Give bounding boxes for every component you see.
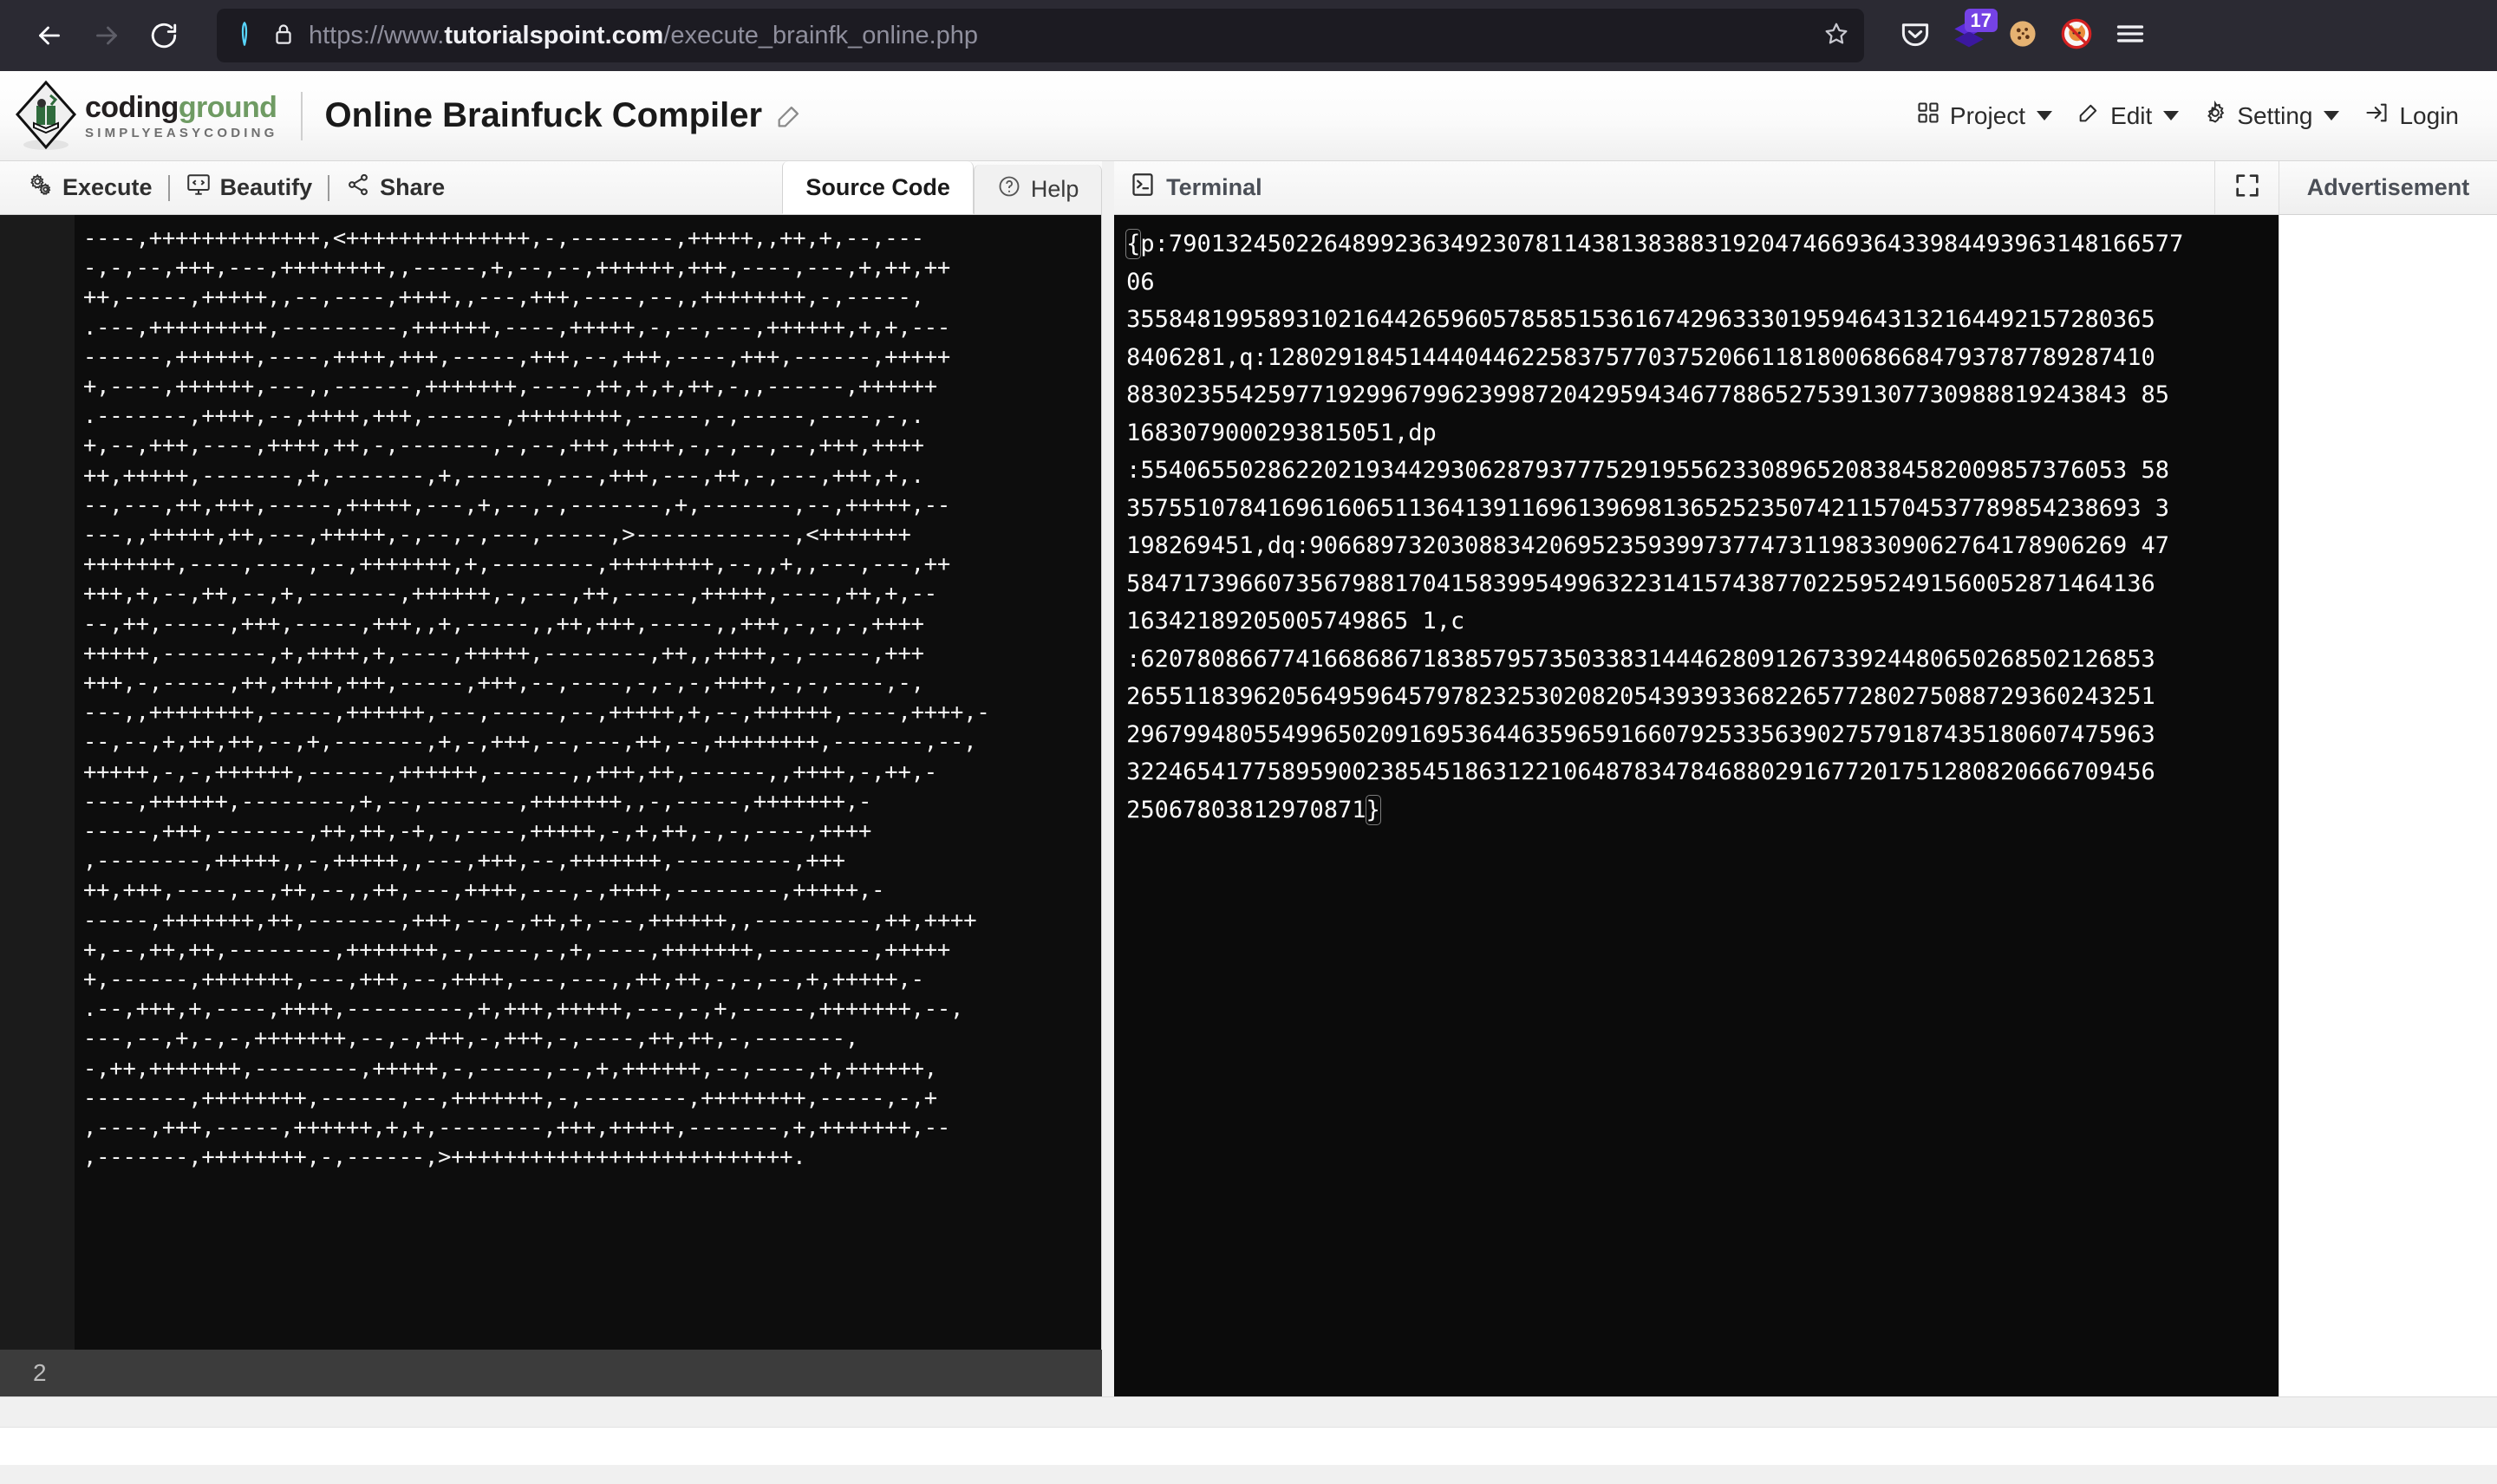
tab-source-code-label: Source Code <box>805 173 950 200</box>
reload-button[interactable] <box>137 9 191 62</box>
editor-status-value: 2 <box>33 1359 47 1386</box>
pencil-square-icon <box>2076 101 2101 131</box>
url-path: /execute_brainfk_online.php <box>663 21 979 49</box>
terminal-toolbar: Terminal Advertisement <box>1114 161 2497 215</box>
gear-icon <box>2203 100 2227 131</box>
menu-login-label: Login <box>2399 101 2459 129</box>
matching-brace-open: { <box>1125 229 1142 259</box>
back-button[interactable] <box>23 9 76 62</box>
codingground-diamond-logo-icon <box>12 80 80 153</box>
chevron-down-icon <box>2324 111 2340 120</box>
header-divider <box>300 91 303 140</box>
url-domain: tutorialspoint.com <box>444 21 664 49</box>
browser-toolbar: https://www.tutorialspoint.com/execute_b… <box>0 0 2497 71</box>
no-fox-icon <box>2059 16 2094 55</box>
brand-part2: ground <box>178 90 277 124</box>
terminal-body[interactable]: {p:7901324502264899236349230781143813838… <box>1114 215 2200 1396</box>
header-menu: Project Edit Setting Login <box>1904 92 2471 140</box>
brand-logo[interactable]: codingground SIMPLYEASYCODING <box>12 80 278 153</box>
forward-button[interactable] <box>80 9 134 62</box>
pocket-button[interactable] <box>1890 10 1940 61</box>
menu-setting[interactable]: Setting <box>2191 92 2351 140</box>
code-scroll-area[interactable]: ----,+++++++++++++,<++++++++++++++,-,---… <box>75 215 1101 1350</box>
terminal-prompt-icon <box>1130 172 1156 204</box>
fullscreen-expand-icon <box>2233 172 2261 204</box>
terminal-output-text[interactable]: {p:7901324502264899236349230781143813838… <box>1125 225 2185 829</box>
extension-badge: 17 <box>1964 9 1998 33</box>
editor-action-group: Execute Beautify Share <box>0 161 459 214</box>
menu-project[interactable]: Project <box>1904 92 2064 140</box>
brainfuck-source-code[interactable]: ----,+++++++++++++,<++++++++++++++,-,---… <box>83 224 1094 1173</box>
block-fox-button[interactable] <box>2051 10 2102 61</box>
editor-toolbar: Execute Beautify Share Source Code Help <box>0 161 1103 215</box>
cookie-icon <box>2006 17 2039 55</box>
reload-icon <box>148 20 179 51</box>
tab-help[interactable]: Help <box>973 165 1103 214</box>
gears-icon <box>28 172 54 204</box>
grid-icon <box>1916 101 1940 131</box>
workspace: Execute Beautify Share Source Code Help … <box>0 161 2497 1396</box>
login-arrow-icon <box>2363 101 2389 131</box>
code-monitor-icon <box>186 172 212 204</box>
toolbar-separator <box>167 174 170 201</box>
terminal-label: Terminal <box>1166 174 1262 200</box>
share-button[interactable]: Share <box>331 161 459 214</box>
tab-source-code[interactable]: Source Code <box>782 161 974 214</box>
chevron-down-icon <box>2163 111 2180 120</box>
advertisement-label: Advertisement <box>2279 161 2497 214</box>
menu-edit[interactable]: Edit <box>2064 92 2191 140</box>
pocket-icon <box>1899 17 1932 55</box>
share-nodes-icon <box>345 172 371 204</box>
editor-gutter <box>0 215 75 1350</box>
forward-arrow-icon <box>91 20 122 51</box>
menu-edit-label: Edit <box>2110 101 2153 129</box>
star-icon[interactable] <box>1822 20 1850 52</box>
extension-button[interactable]: 17 <box>1944 9 1998 61</box>
fullscreen-button[interactable] <box>2214 161 2279 214</box>
brand-part1: coding <box>85 90 179 124</box>
shield-icon[interactable] <box>231 20 258 52</box>
editor-status-bar: 2 <box>0 1350 1103 1396</box>
app-menu-button[interactable] <box>2105 10 2155 61</box>
beautify-button[interactable]: Beautify <box>172 161 327 214</box>
terminal-pane: Terminal Advertisement {p:79013245022648… <box>1114 161 2497 1396</box>
brand-tagline: SIMPLYEASYCODING <box>85 125 278 140</box>
terminal-output-area[interactable]: {p:7901324502264899236349230781143813838… <box>1114 215 2497 1396</box>
menu-project-label: Project <box>1949 101 2026 129</box>
url-text[interactable]: https://www.tutorialspoint.com/execute_b… <box>309 22 1810 50</box>
terminal-right-gap <box>2200 215 2279 1396</box>
page-title: Online Brainfuck Compiler <box>324 96 763 134</box>
terminal-title: Terminal <box>1114 172 1262 204</box>
question-circle-icon <box>997 174 1021 205</box>
tab-help-label: Help <box>1030 176 1079 202</box>
execute-button[interactable]: Execute <box>14 161 166 214</box>
code-editor[interactable]: ----,+++++++++++++,<++++++++++++++,-,---… <box>0 215 1103 1350</box>
page-bottom <box>0 1396 2497 1484</box>
chevron-down-icon <box>2037 111 2053 120</box>
menu-login[interactable]: Login <box>2351 92 2471 140</box>
hamburger-menu-icon <box>2114 17 2147 55</box>
site-header: codingground SIMPLYEASYCODING Online Bra… <box>0 71 2497 161</box>
execute-label: Execute <box>62 174 153 200</box>
address-bar[interactable]: https://www.tutorialspoint.com/execute_b… <box>217 9 1864 62</box>
matching-brace-close: } <box>1365 794 1381 825</box>
url-prefix: https://www. <box>309 21 445 49</box>
share-label: Share <box>380 174 446 200</box>
toolbar-separator <box>328 174 330 201</box>
advertisement-column <box>2279 215 2497 1396</box>
brand-wordmark: codingground SIMPLYEASYCODING <box>85 93 278 140</box>
cookie-button[interactable] <box>1998 10 2048 61</box>
padlock-icon[interactable] <box>271 21 297 51</box>
menu-setting-label: Setting <box>2237 101 2313 129</box>
beautify-label: Beautify <box>219 174 313 200</box>
editor-pane: Execute Beautify Share Source Code Help … <box>0 161 1103 1396</box>
pane-divider[interactable] <box>1102 161 1115 1396</box>
bottom-strip <box>0 1427 2497 1465</box>
back-arrow-icon <box>34 20 65 51</box>
edit-pencil-icon[interactable] <box>774 101 804 131</box>
